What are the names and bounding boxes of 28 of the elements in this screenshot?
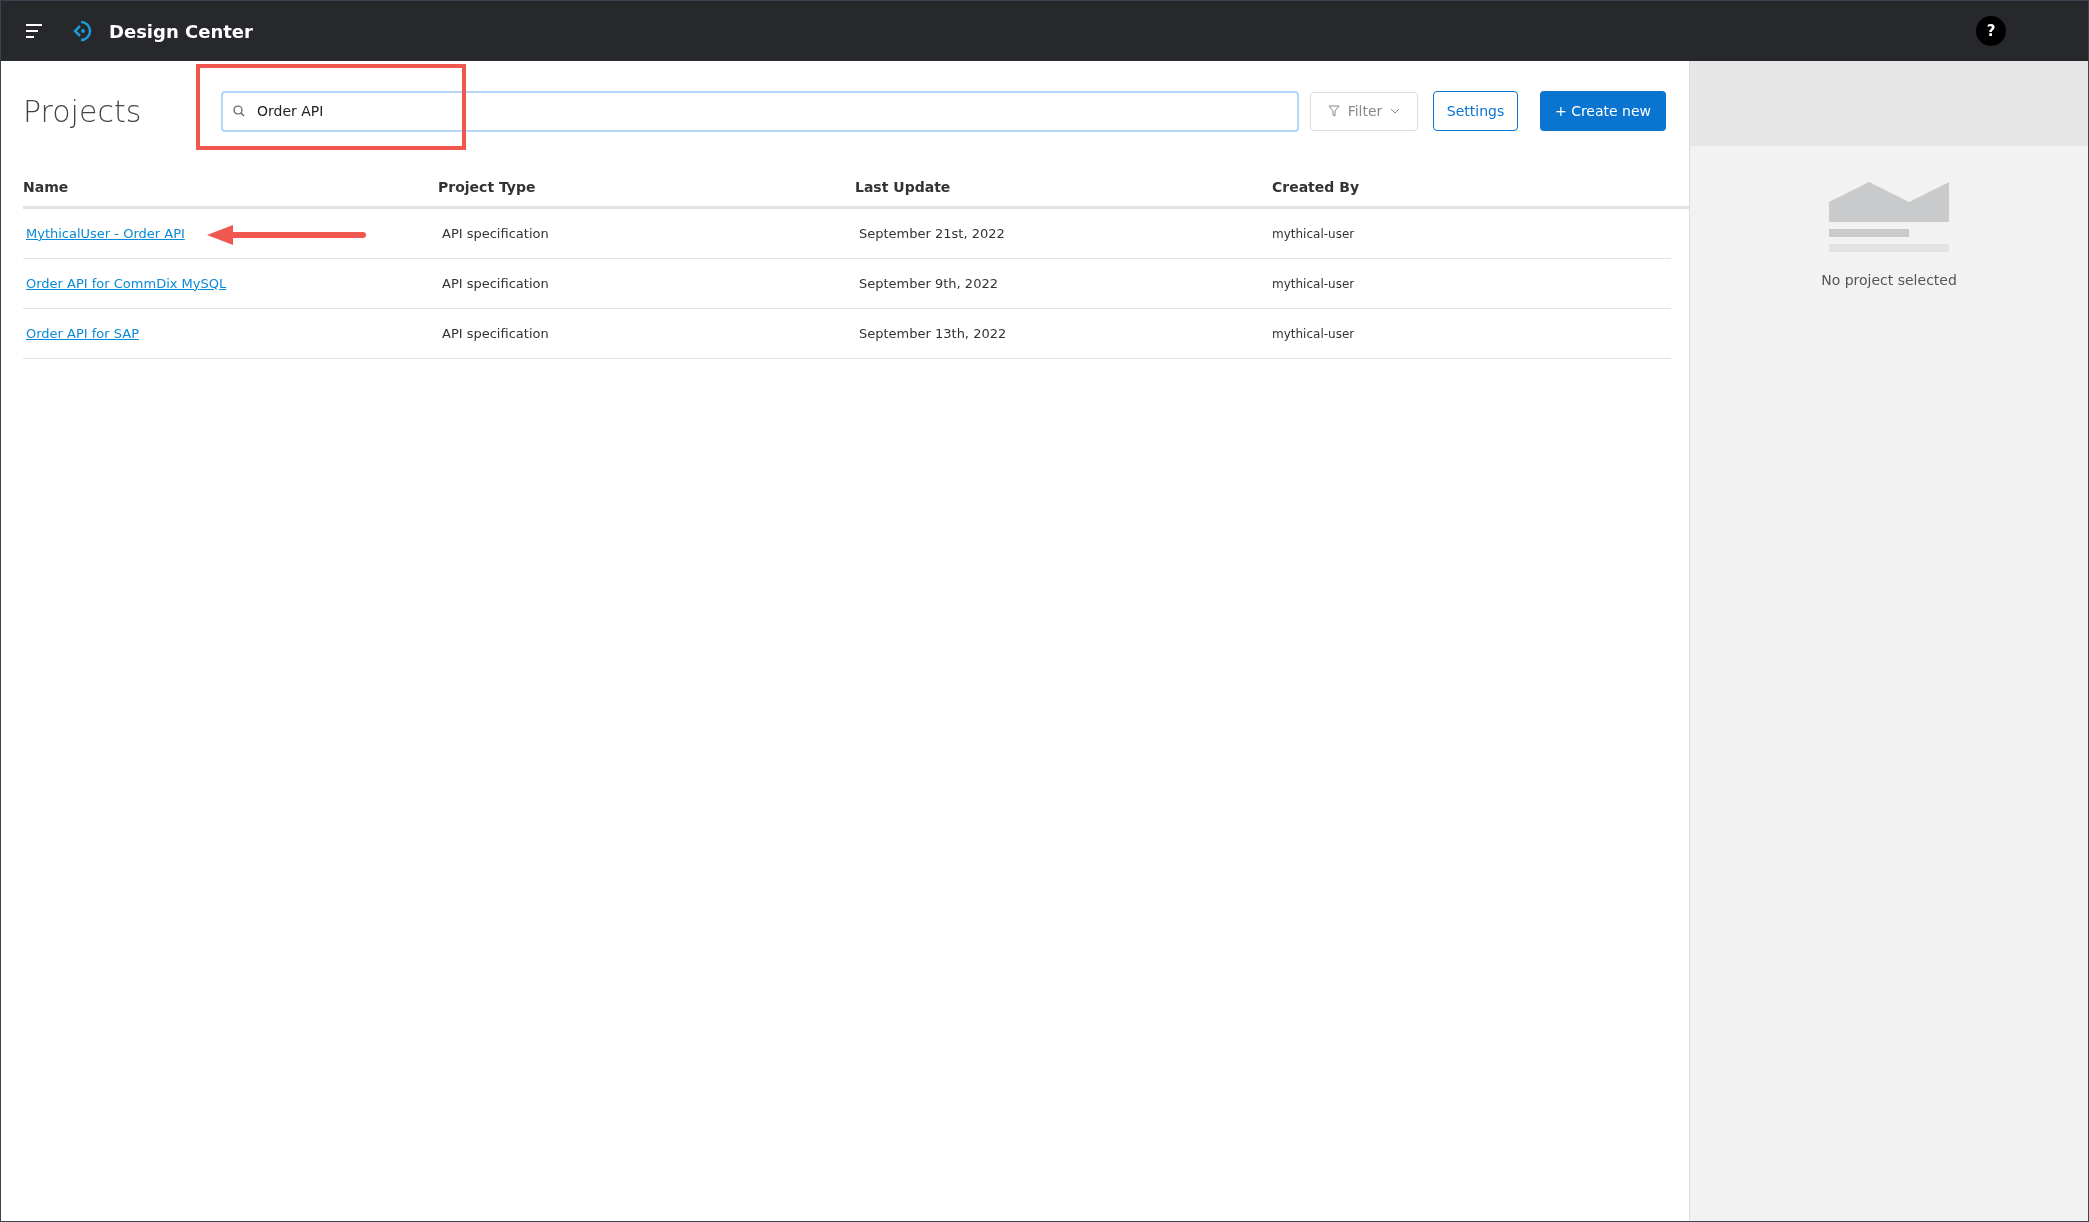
- create-new-button[interactable]: + Create new: [1540, 91, 1666, 131]
- empty-state-text: No project selected: [1821, 271, 1957, 290]
- project-link[interactable]: MythicalUser - Order API: [23, 225, 185, 241]
- menu-icon[interactable]: [25, 23, 43, 39]
- settings-button[interactable]: Settings: [1433, 91, 1518, 131]
- funnel-icon: [1327, 105, 1340, 117]
- column-header: Project Type: [438, 178, 536, 195]
- table-cell-text: API specification: [441, 275, 549, 291]
- filter-button[interactable]: Filter: [1310, 91, 1418, 131]
- table-cell-text: September 9th, 2022: [858, 275, 998, 291]
- table-cell: mythical-user: [1272, 276, 1355, 291]
- help-button[interactable]: ?: [1976, 16, 2006, 46]
- table-cell-text: API specification: [441, 225, 549, 241]
- column-header: Created By: [1272, 178, 1359, 195]
- search-field[interactable]: Order API: [221, 90, 1299, 132]
- search-icon: [233, 104, 245, 117]
- table-cell: mythical-user: [1272, 226, 1355, 241]
- column-header: Name: [23, 178, 69, 195]
- project-link[interactable]: Order API for CommDix MySQL: [23, 275, 227, 291]
- column-header: Last Update: [855, 178, 951, 195]
- app-title: Design Center: [109, 19, 253, 44]
- page-title: Projects: [23, 92, 143, 131]
- caret-icon: [1390, 108, 1401, 114]
- table-cell-text: September 13th, 2022: [858, 325, 1007, 341]
- table-cell-text: September 21st, 2022: [858, 225, 1005, 241]
- table-cell: mythical-user: [1272, 326, 1355, 341]
- table-cell-text: API specification: [441, 325, 549, 341]
- project-link[interactable]: Order API for SAP: [23, 325, 139, 341]
